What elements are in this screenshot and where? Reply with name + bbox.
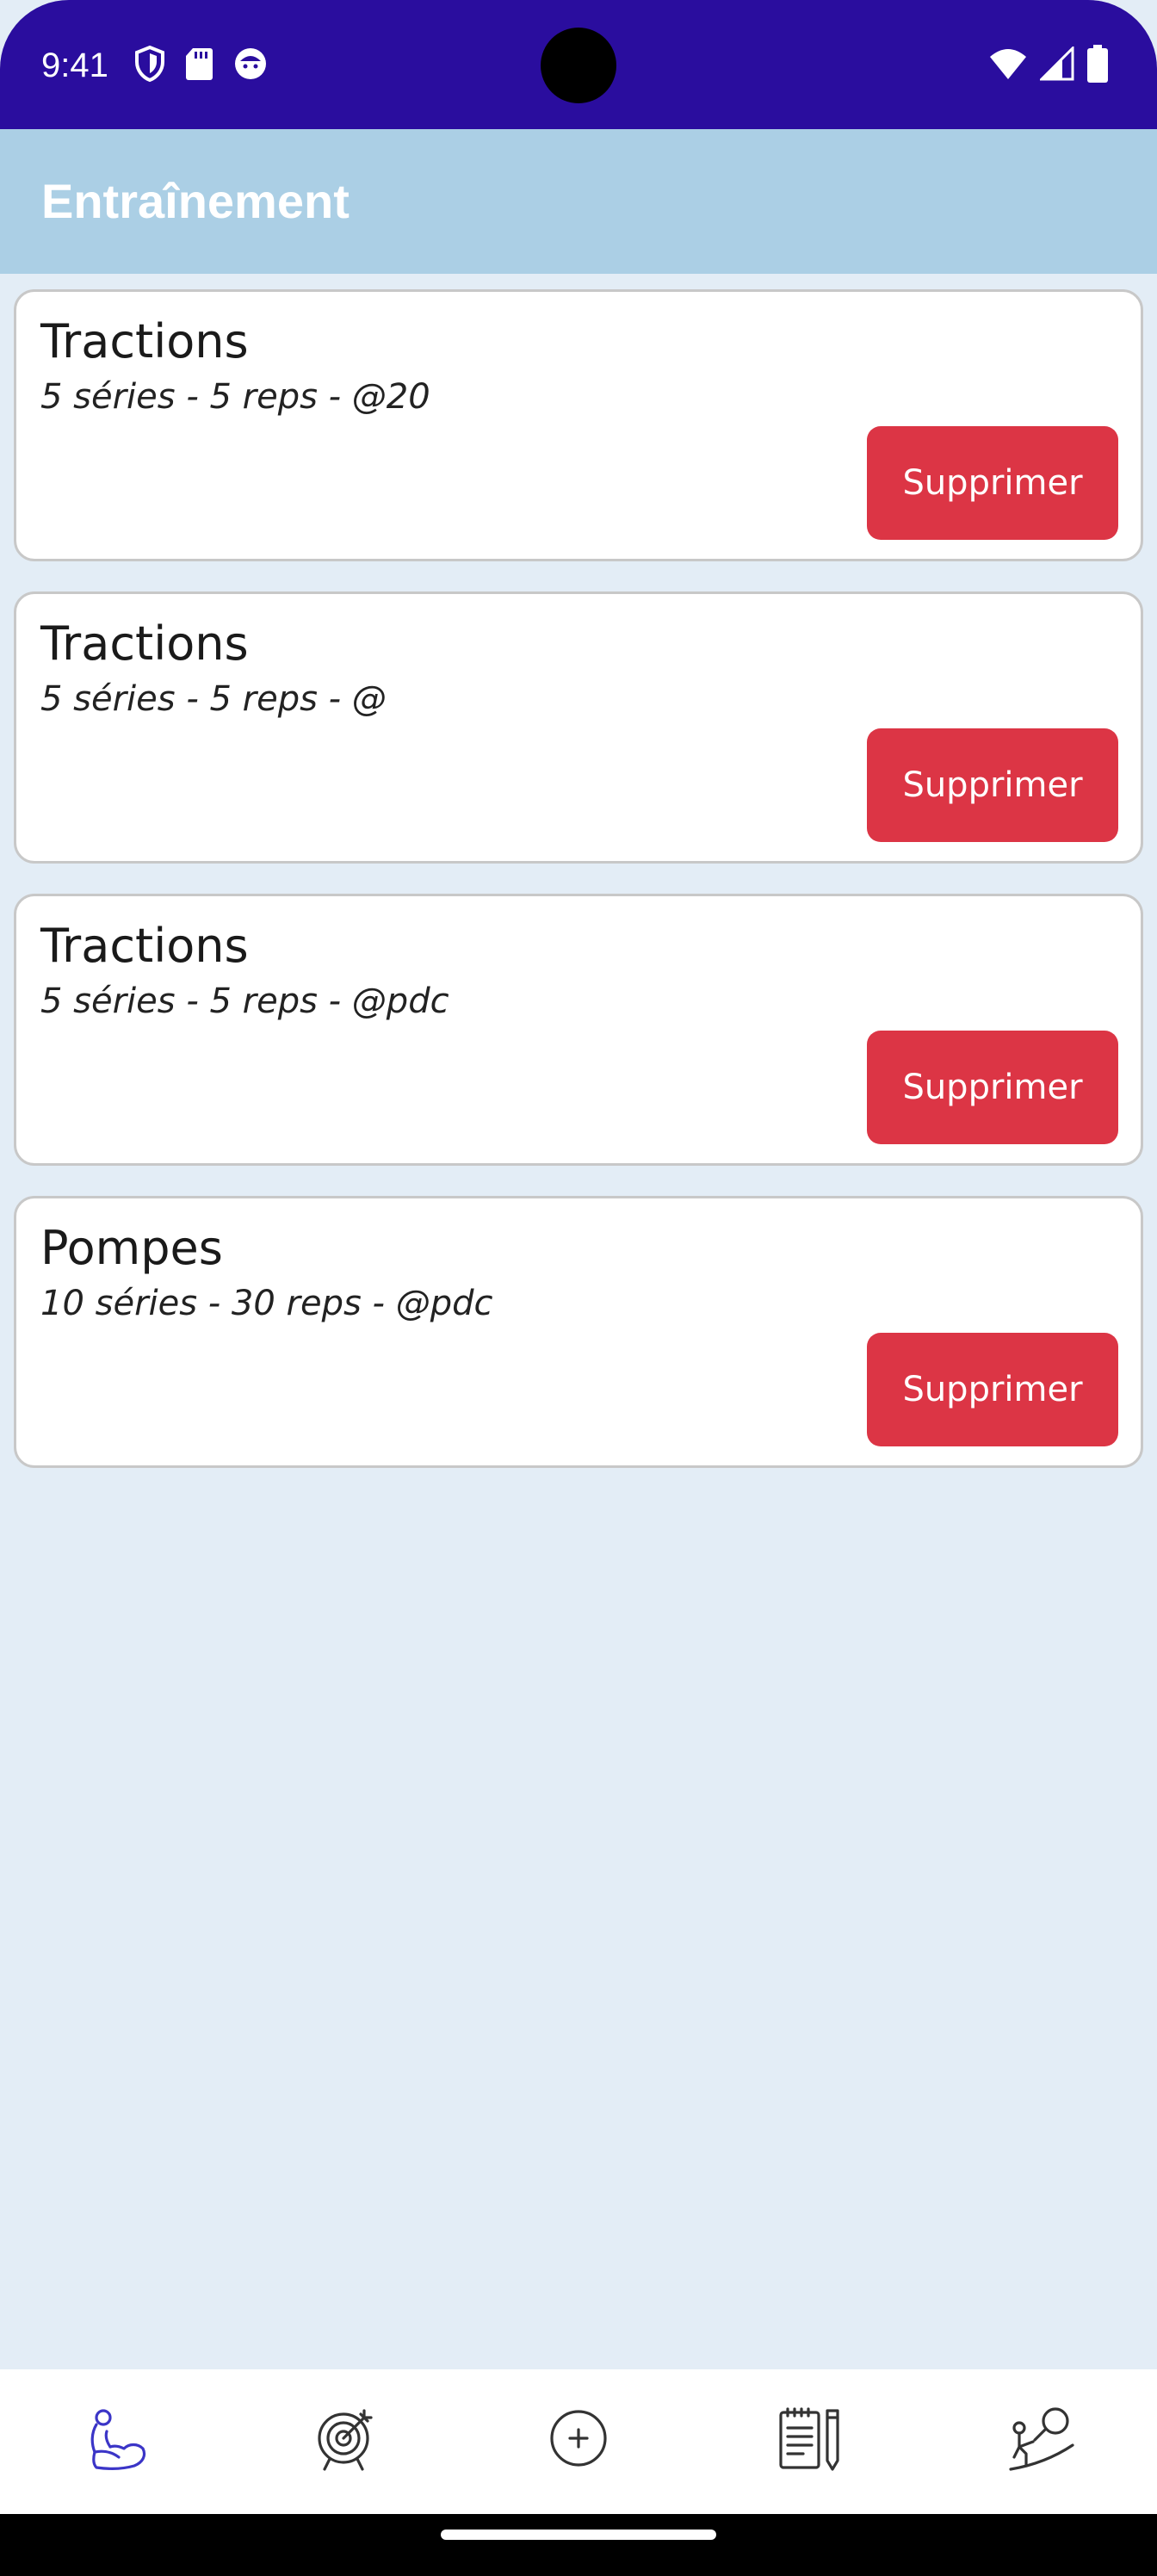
- shield-icon: [134, 45, 165, 83]
- delete-button[interactable]: Supprimer: [867, 1333, 1118, 1446]
- add-circle-icon: [544, 2404, 613, 2476]
- nav-item-journal[interactable]: [724, 2388, 896, 2492]
- exercise-detail: 10 séries - 30 reps - @pdc: [40, 1284, 493, 1323]
- bottom-navigation: [0, 2369, 1157, 2514]
- status-time: 9:41: [41, 46, 108, 84]
- exercise-detail: 5 séries - 5 reps - @20: [40, 377, 430, 417]
- page-title: Entraînement: [41, 174, 350, 228]
- delete-button[interactable]: Supprimer: [867, 1031, 1118, 1144]
- app-bar: Entraînement: [0, 129, 1157, 274]
- status-bar: 9:41: [0, 0, 1157, 129]
- wifi-icon: [988, 46, 1028, 84]
- front-camera: [541, 28, 616, 103]
- exercise-list: Tractions 5 séries - 5 reps - @20 Suppri…: [14, 289, 1143, 1498]
- signal-icon: [1038, 45, 1074, 84]
- exercise-card: Pompes 10 séries - 30 reps - @pdc Suppri…: [14, 1196, 1143, 1468]
- status-icons-left: [134, 45, 269, 83]
- sd-card-icon: [184, 46, 213, 81]
- exercise-card: Tractions 5 séries - 5 reps - @ Supprime…: [14, 591, 1143, 864]
- status-icons-right: [988, 45, 1109, 86]
- nav-item-training[interactable]: [29, 2388, 201, 2492]
- target-icon: [312, 2404, 381, 2476]
- face-icon: [232, 46, 269, 82]
- exercise-detail: 5 séries - 5 reps - @: [40, 679, 387, 719]
- training-goal-icon: [1007, 2404, 1076, 2476]
- exercise-name: Tractions: [40, 314, 249, 368]
- exercise-card: Tractions 5 séries - 5 reps - @pdc Suppr…: [14, 894, 1143, 1166]
- exercise-name: Tractions: [40, 919, 249, 973]
- nav-item-goals[interactable]: [261, 2388, 433, 2492]
- exercise-name: Pompes: [40, 1221, 223, 1275]
- battery-icon: [1086, 45, 1109, 86]
- exercise-name: Tractions: [40, 616, 249, 671]
- delete-button[interactable]: Supprimer: [867, 426, 1118, 540]
- exercise-detail: 5 séries - 5 reps - @pdc: [40, 981, 449, 1021]
- exercise-card: Tractions 5 séries - 5 reps - @20 Suppri…: [14, 289, 1143, 561]
- muscle-arm-icon: [81, 2404, 150, 2476]
- gesture-bar: [0, 2514, 1157, 2576]
- home-indicator[interactable]: [441, 2530, 716, 2540]
- nav-item-add[interactable]: [492, 2388, 665, 2492]
- delete-button[interactable]: Supprimer: [867, 728, 1118, 842]
- notepad-pencil-icon: [776, 2404, 845, 2476]
- nav-item-objectives[interactable]: [956, 2388, 1128, 2492]
